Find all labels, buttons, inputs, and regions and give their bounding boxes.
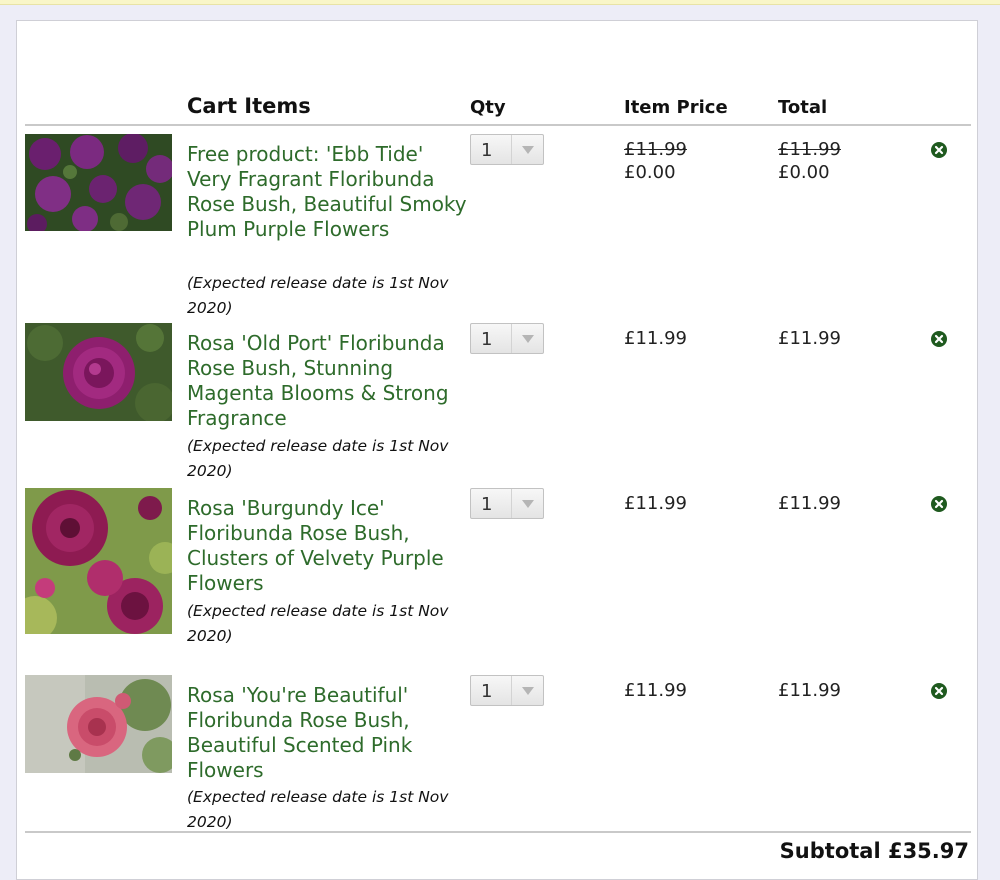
chevron-down-icon bbox=[511, 489, 543, 518]
top-notice-bar bbox=[0, 0, 1000, 5]
item-total-original: £11.99 bbox=[778, 139, 841, 160]
remove-item-button[interactable] bbox=[931, 496, 947, 512]
product-name-link[interactable]: Rosa 'Burgundy Ice' Floribunda Rose Bush… bbox=[187, 496, 467, 596]
cart-row: Rosa 'Old Port' Floribunda Rose Bush, St… bbox=[17, 323, 977, 483]
qty-select[interactable]: 1 bbox=[470, 675, 544, 706]
product-image[interactable] bbox=[25, 488, 172, 634]
qty-value: 1 bbox=[481, 494, 493, 515]
chevron-down-icon bbox=[511, 324, 543, 353]
release-date: (Expected release date is 1st Nov 2020) bbox=[187, 602, 449, 645]
chevron-down-icon bbox=[511, 135, 543, 164]
release-date: (Expected release date is 1st Nov 2020) bbox=[187, 437, 449, 480]
footer-divider bbox=[25, 831, 971, 833]
item-total: £11.99 bbox=[778, 328, 841, 349]
header-cart-items: Cart Items bbox=[187, 94, 311, 118]
close-circle-icon bbox=[931, 142, 947, 158]
cart-row: Free product: 'Ebb Tide' Very Fragrant F… bbox=[17, 134, 977, 319]
header-total: Total bbox=[778, 97, 828, 118]
product-name-link[interactable]: Free product: 'Ebb Tide' Very Fragrant F… bbox=[187, 142, 467, 242]
qty-select[interactable]: 1 bbox=[470, 488, 544, 519]
close-circle-icon bbox=[931, 496, 947, 512]
item-total-current: £0.00 bbox=[778, 162, 830, 183]
release-date: (Expected release date is 1st Nov 2020) bbox=[187, 274, 449, 317]
qty-value: 1 bbox=[481, 329, 493, 350]
product-image[interactable] bbox=[25, 323, 172, 421]
item-total: £11.99 bbox=[778, 680, 841, 701]
item-price: £11.99 bbox=[624, 680, 687, 701]
product-image[interactable] bbox=[25, 134, 172, 231]
cart-panel: Cart Items Qty Item Price Total Free pro… bbox=[16, 20, 978, 880]
product-image[interactable] bbox=[25, 675, 172, 773]
item-price-original: £11.99 bbox=[624, 139, 687, 160]
close-circle-icon bbox=[931, 331, 947, 347]
cart-row: Rosa 'You're Beautiful' Floribunda Rose … bbox=[17, 675, 977, 835]
remove-item-button[interactable] bbox=[931, 331, 947, 347]
remove-item-button[interactable] bbox=[931, 142, 947, 158]
product-name-link[interactable]: Rosa 'Old Port' Floribunda Rose Bush, St… bbox=[187, 331, 467, 431]
item-price: £11.99 bbox=[624, 493, 687, 514]
release-date: (Expected release date is 1st Nov 2020) bbox=[187, 788, 449, 831]
item-price-current: £0.00 bbox=[624, 162, 676, 183]
item-price: £11.99 bbox=[624, 328, 687, 349]
subtotal: Subtotal £35.97 bbox=[779, 839, 969, 863]
qty-select[interactable]: 1 bbox=[470, 134, 544, 165]
qty-select[interactable]: 1 bbox=[470, 323, 544, 354]
cart-row: Rosa 'Burgundy Ice' Floribunda Rose Bush… bbox=[17, 488, 977, 658]
qty-value: 1 bbox=[481, 140, 493, 161]
item-total: £11.99 £0.00 bbox=[778, 138, 841, 184]
header-item-price: Item Price bbox=[624, 97, 728, 118]
qty-value: 1 bbox=[481, 681, 493, 702]
close-circle-icon bbox=[931, 683, 947, 699]
remove-item-button[interactable] bbox=[931, 683, 947, 699]
header-qty: Qty bbox=[470, 97, 506, 118]
chevron-down-icon bbox=[511, 676, 543, 705]
header-divider bbox=[25, 124, 971, 126]
product-name-link[interactable]: Rosa 'You're Beautiful' Floribunda Rose … bbox=[187, 683, 467, 783]
item-price: £11.99 £0.00 bbox=[624, 138, 687, 184]
item-total: £11.99 bbox=[778, 493, 841, 514]
